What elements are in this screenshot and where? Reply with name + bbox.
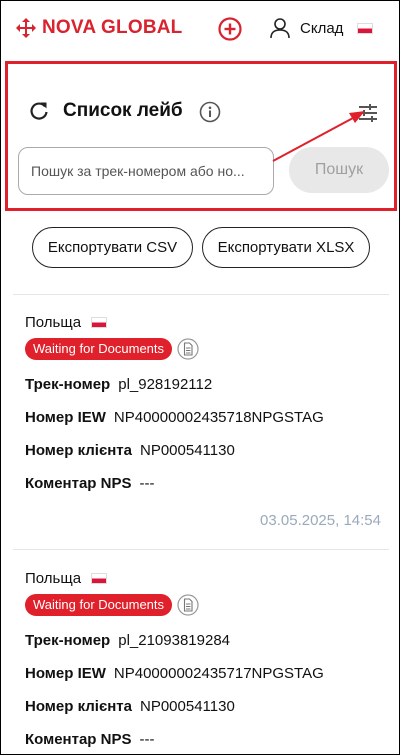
client-number-label: Номер клієнта (25, 442, 132, 459)
info-icon[interactable] (199, 101, 221, 123)
label-card[interactable]: Польща Waiting for Documents Трек-номер p… (25, 313, 385, 529)
refresh-icon[interactable] (28, 100, 50, 122)
document-icon[interactable] (177, 338, 199, 360)
page-title: Список лейб (63, 100, 183, 121)
track-number-value: pl_928192112 (118, 376, 213, 393)
country-name: Польща (25, 313, 82, 331)
search-button[interactable]: Пошук (289, 147, 389, 193)
client-number-value: NP000541130 (140, 442, 235, 459)
nps-comment-label: Коментар NPS (25, 475, 132, 492)
iew-number-field: Номер IEW NP40000002435717NPGSTAG (25, 665, 385, 683)
nps-comment-field: Коментар NPS --- (25, 731, 385, 749)
country-name: Польща (25, 569, 82, 587)
user-menu[interactable]: Склад (268, 16, 343, 40)
filter-icon[interactable] (357, 102, 379, 124)
timestamp: 03.05.2025, 14:54 (260, 512, 381, 529)
client-number-field: Номер клієнта NP000541130 (25, 442, 385, 460)
country-row: Польща (25, 313, 385, 331)
search-input[interactable] (18, 147, 274, 195)
user-icon (270, 18, 290, 39)
iew-number-label: Номер IEW (25, 665, 106, 682)
track-number-value: pl_21093819284 (118, 632, 231, 649)
poland-flag-icon[interactable] (357, 23, 373, 34)
track-number-label: Трек-номер (25, 632, 111, 649)
iew-number-field: Номер IEW NP40000002435718NPGSTAG (25, 409, 385, 427)
logo-text: NOVA GLOBAL (42, 17, 183, 38)
status-row: Waiting for Documents (25, 593, 385, 617)
status-badge: Waiting for Documents (25, 594, 173, 616)
status-badge: Waiting for Documents (25, 338, 173, 360)
divider (13, 549, 389, 550)
export-csv-button[interactable]: Експортувати CSV (32, 227, 193, 268)
client-number-value: NP000541130 (140, 698, 235, 715)
track-number-field: Трек-номер pl_21093819284 (25, 632, 385, 650)
poland-flag-icon (91, 572, 108, 584)
nova-logo-icon (16, 18, 36, 38)
nps-comment-value: --- (139, 475, 155, 492)
user-label: Склад (300, 19, 344, 37)
label-card[interactable]: Польща Waiting for Documents Трек-номер p… (25, 569, 385, 749)
nps-comment-label: Коментар NPS (25, 731, 132, 748)
iew-number-value: NP40000002435717NPGSTAG (113, 665, 324, 682)
iew-number-value: NP40000002435718NPGSTAG (113, 409, 324, 426)
track-number-field: Трек-номер pl_928192112 (25, 376, 385, 394)
logo[interactable]: NOVA GLOBAL (16, 17, 182, 39)
client-number-field: Номер клієнта NP000541130 (25, 698, 385, 716)
iew-number-label: Номер IEW (25, 409, 106, 426)
client-number-label: Номер клієнта (25, 698, 132, 715)
nps-comment-field: Коментар NPS --- (25, 475, 385, 493)
document-icon[interactable] (177, 594, 199, 616)
add-button[interactable] (218, 17, 242, 41)
app-frame: NOVA GLOBAL Склад Список лейб Пошук за т… (0, 0, 400, 755)
header: NOVA GLOBAL Склад (1, 1, 400, 57)
label-list-panel: Список лейб Пошук (5, 61, 397, 211)
divider (13, 294, 389, 295)
poland-flag-icon (91, 316, 108, 328)
country-row: Польща (25, 569, 385, 587)
track-number-label: Трек-номер (25, 376, 111, 393)
nps-comment-value: --- (139, 731, 155, 748)
status-row: Waiting for Documents (25, 337, 385, 361)
export-xlsx-button[interactable]: Експортувати XLSX (202, 227, 370, 268)
